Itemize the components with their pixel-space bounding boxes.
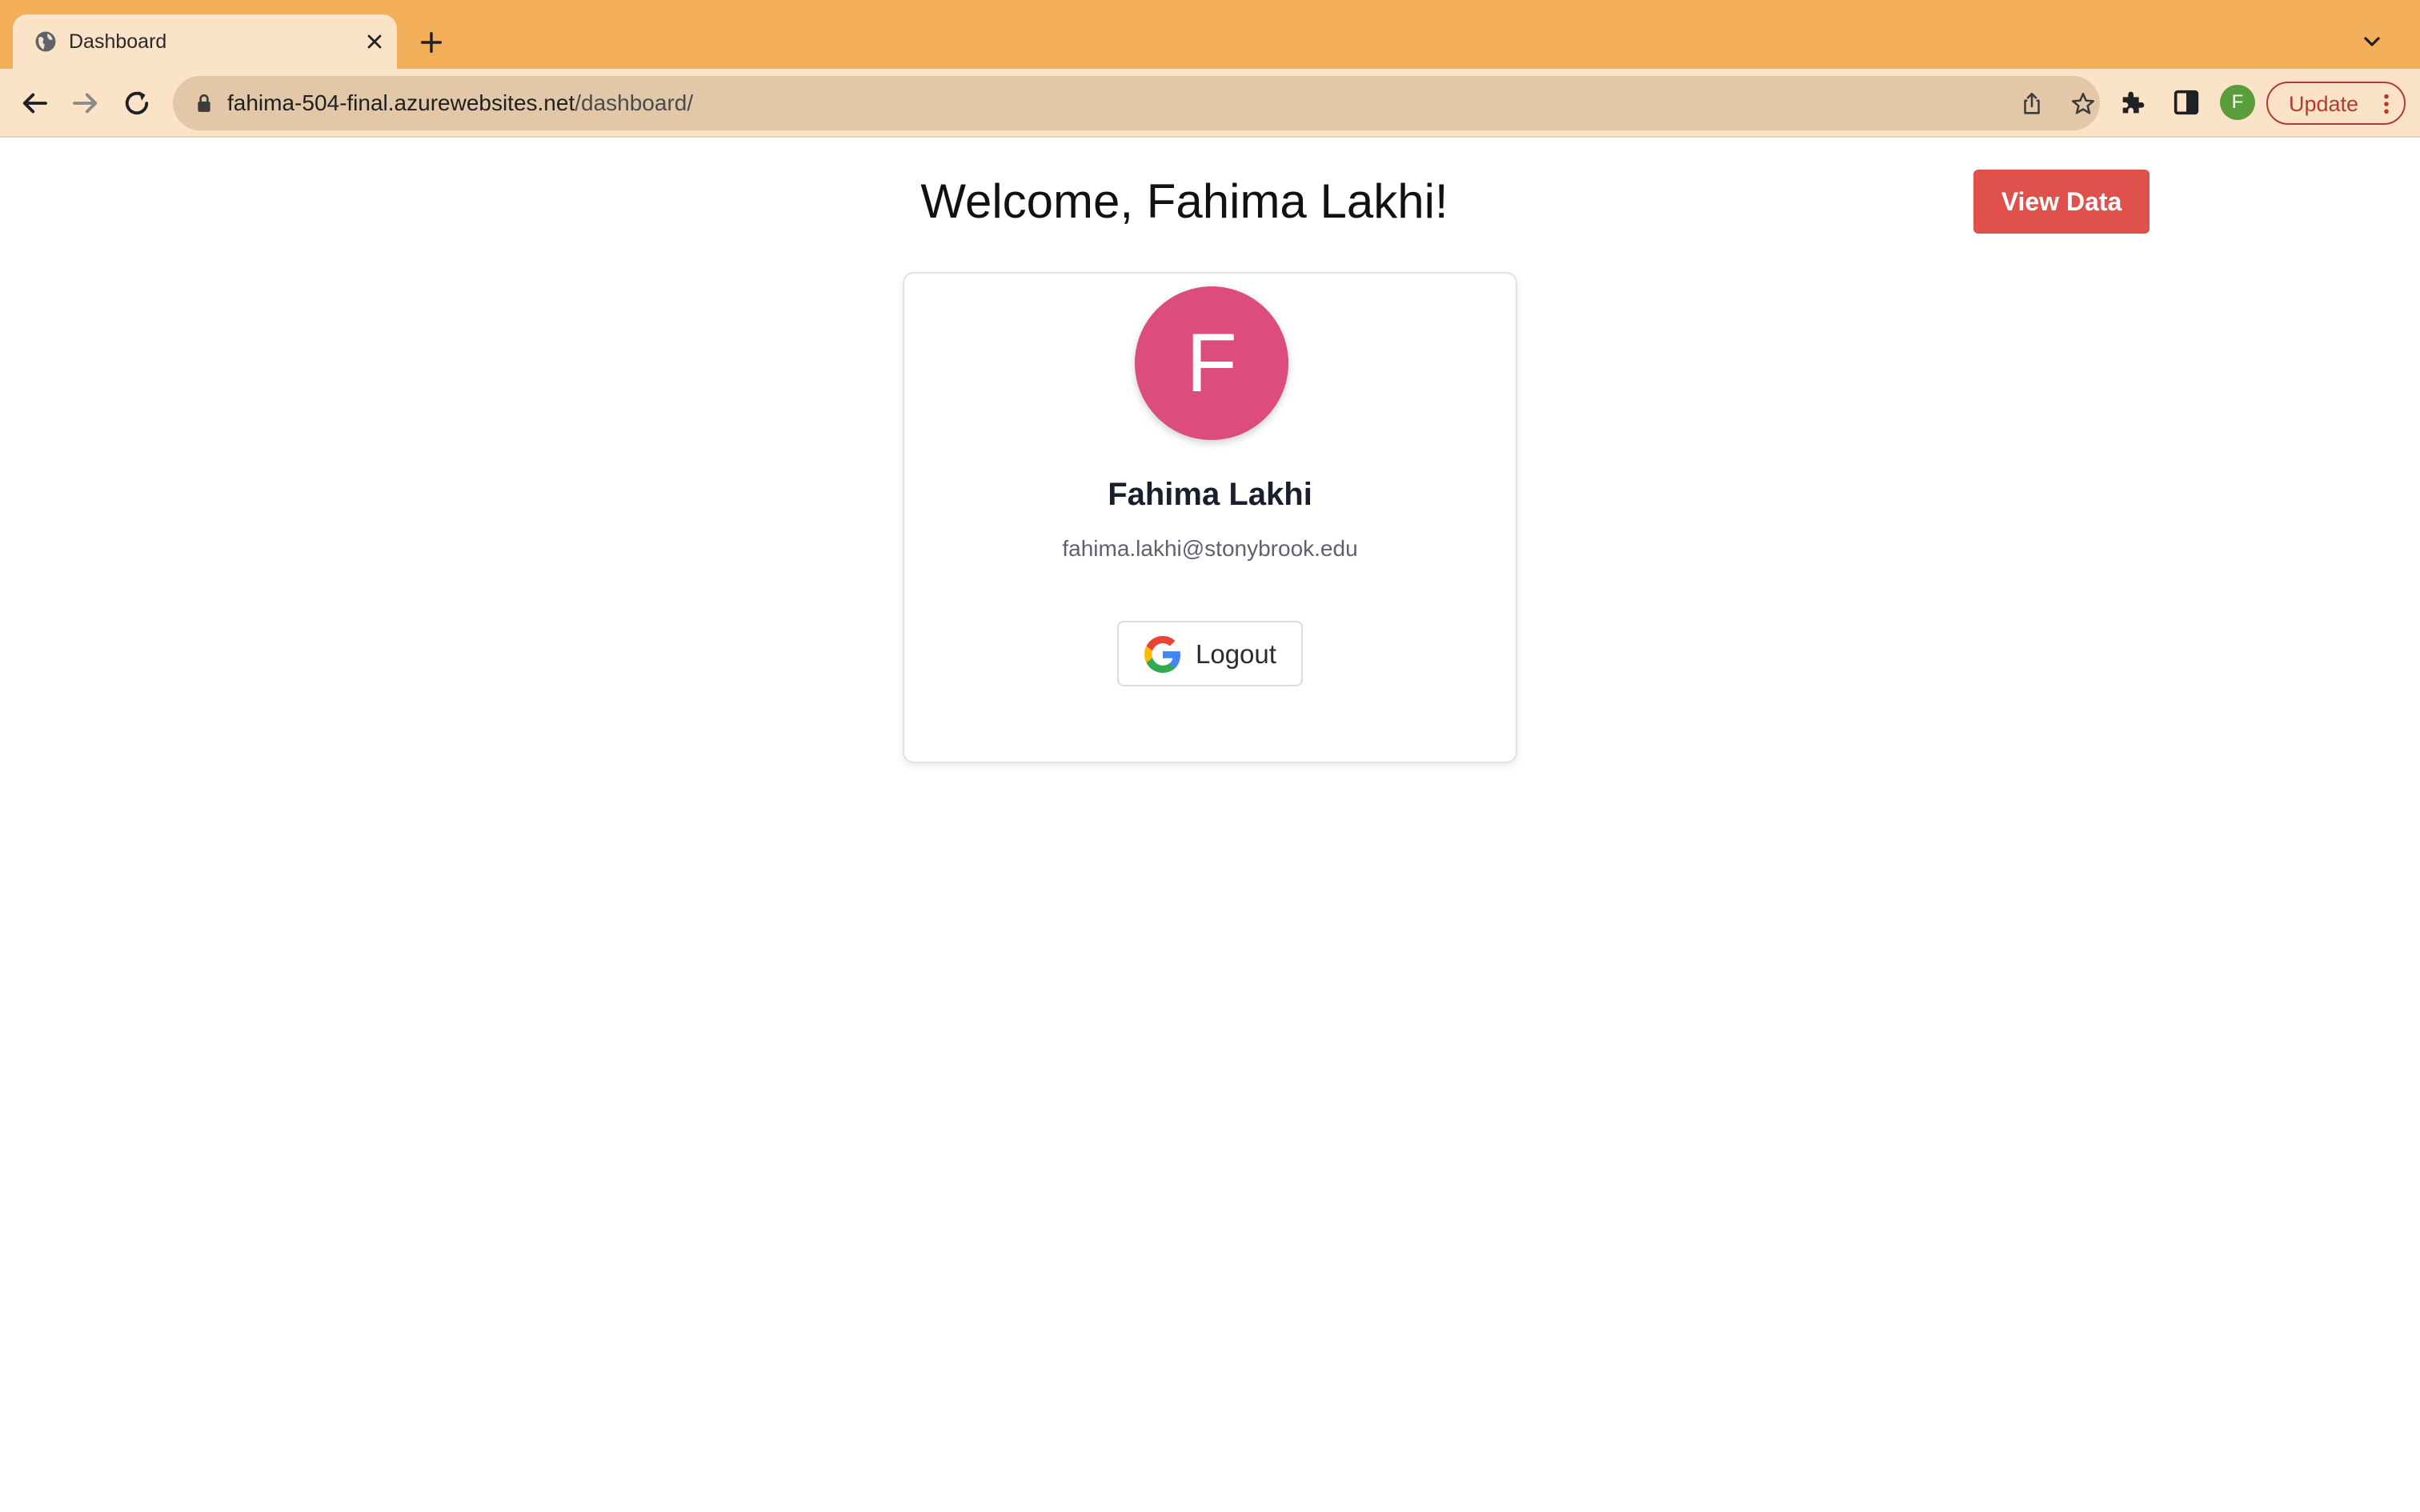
browser-toolbar: fahima-504-final.azurewebsites.net/dashb… [0,69,2420,138]
welcome-heading: Welcome, Fahima Lakhi! [920,174,1448,228]
reload-icon[interactable] [120,86,154,120]
chevron-down-icon[interactable] [2359,29,2385,54]
profile-email: fahima.lakhi@stonybrook.edu [1062,536,1358,561]
forward-arrow-icon[interactable] [69,86,102,120]
side-panel-icon[interactable] [2170,86,2202,118]
url-text[interactable]: fahima-504-final.azurewebsites.net/dashb… [227,90,693,117]
profile-card: F Fahima Lakhi fahima.lakhi@stonybrook.e… [903,272,1517,763]
extensions-icon[interactable] [2118,86,2150,118]
browser-tab[interactable]: Dashboard [13,14,397,69]
new-tab-icon[interactable] [418,29,445,56]
tab-strip: Dashboard [0,0,2420,69]
back-arrow-icon[interactable] [18,86,51,120]
view-data-button[interactable]: View Data [1973,170,2150,234]
google-icon [1144,636,1181,673]
more-vertical-icon[interactable] [2378,93,2394,115]
update-button[interactable]: Update [2266,82,2406,125]
share-icon[interactable] [2018,90,2045,118]
profile-avatar[interactable]: F [2220,85,2255,120]
profile-name: Fahima Lakhi [1108,477,1312,512]
update-label: Update [2289,92,2359,116]
lock-icon[interactable] [195,94,213,113]
avatar: F [1135,286,1288,440]
url-host: fahima-504-final.azurewebsites.net [227,90,575,115]
address-bar[interactable]: fahima-504-final.azurewebsites.net/dashb… [173,76,2100,130]
close-icon[interactable] [363,30,386,53]
tab-title: Dashboard [69,30,167,53]
logout-label: Logout [1196,639,1276,669]
star-icon[interactable] [2069,90,2097,118]
url-path: /dashboard/ [575,90,694,115]
logout-button[interactable]: Logout [1117,621,1303,686]
globe-icon [35,31,56,52]
